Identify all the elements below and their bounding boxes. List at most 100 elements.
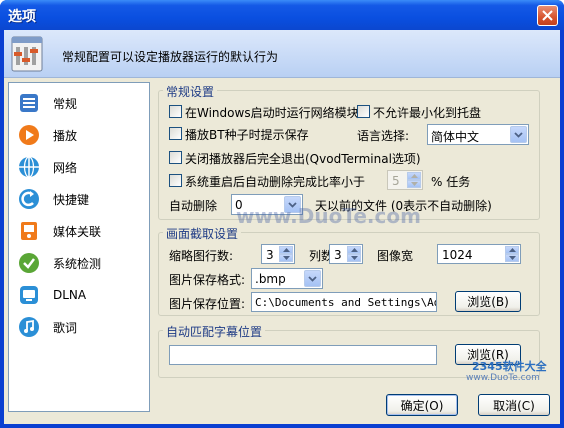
close-button[interactable] — [537, 5, 558, 26]
options-nav: 常规 播放 网络 快捷键 媒体关联 系统检测 DLNA 歌词 — [8, 82, 150, 412]
general-settings-group: 常规设置 在Windows启动时运行网络模块 不允许最小化到托盘 播放BT种子时… — [158, 83, 540, 220]
image-width-up-button[interactable] — [505, 246, 519, 254]
ratio-up-button[interactable] — [407, 172, 421, 180]
header-description: 常规配置可以设定播放器运行的默认行为 — [62, 50, 279, 64]
window-title: 选项 — [8, 9, 36, 25]
format-select[interactable]: .bmp — [251, 268, 323, 289]
language-label: 语言选择: — [357, 129, 410, 143]
nav-label-network: 网络 — [53, 160, 78, 175]
ratio-value: 5 — [392, 174, 400, 188]
nav-label-media-association: 媒体关联 — [53, 224, 102, 239]
header-band: 常规配置可以设定播放器运行的默认行为 — [4, 30, 560, 78]
save-path-input[interactable]: C:\Documents and Settings\Admi — [251, 292, 437, 312]
chevron-up-icon — [410, 174, 418, 178]
image-width-down-button[interactable] — [505, 254, 519, 262]
nav-item-general[interactable]: 常规 — [17, 89, 143, 117]
dlna-icon — [17, 283, 41, 307]
auto-delete-label: 自动删除 — [169, 199, 218, 213]
subtitle-position-title: 自动匹配字幕位置 — [163, 323, 266, 340]
nav-item-dlna[interactable]: DLNA — [17, 281, 143, 309]
settings-panel-icon — [11, 36, 43, 72]
auto-delete-on-restart-label: 系统重启后自动删除完成比率小于 — [185, 175, 366, 189]
bt-seed-prompt-checkbox[interactable] — [169, 127, 182, 140]
chevron-down-icon — [410, 182, 418, 186]
nav-item-system-check[interactable]: 系统检测 — [17, 249, 143, 277]
nav-item-network[interactable]: 网络 — [17, 153, 143, 181]
nav-label-system-check: 系统检测 — [53, 256, 102, 271]
system-check-icon — [17, 251, 41, 275]
subtitle-path-input[interactable] — [169, 345, 437, 365]
nav-label-dlna: DLNA — [53, 288, 87, 302]
thumb-rows-label: 缩略图行数: — [169, 249, 234, 263]
save-path-value: C:\Documents and Settings\Admi — [255, 296, 437, 309]
nav-item-shortcut[interactable]: 快捷键 — [17, 185, 143, 213]
cols-stepper-arrows[interactable] — [347, 246, 361, 262]
capture-settings-title: 画面截取设置 — [163, 225, 242, 242]
run-network-on-startup-checkbox[interactable] — [169, 105, 182, 118]
cols-stepper[interactable]: 3 — [329, 244, 363, 264]
chevron-down-icon — [282, 256, 290, 260]
language-select[interactable]: 简体中文 — [427, 124, 529, 145]
language-value: 简体中文 — [431, 130, 480, 144]
corner-watermark-url: www.DuoTe.com — [466, 373, 540, 383]
cols-down-button[interactable] — [347, 254, 361, 262]
lyrics-icon — [17, 315, 41, 339]
network-icon — [17, 155, 41, 179]
image-width-stepper-arrows[interactable] — [505, 246, 519, 262]
thumb-rows-up-button[interactable] — [279, 246, 293, 254]
center-watermark: www.DuoTe.com — [236, 204, 421, 228]
capture-settings-group: 画面截取设置 缩略图行数: 3 列数: 3 图像宽 1024 图片保存格式: .… — [158, 225, 540, 316]
nav-label-shortcut: 快捷键 — [53, 192, 90, 207]
thumb-rows-stepper-arrows[interactable] — [279, 246, 293, 262]
ratio-stepper[interactable]: 5 — [387, 170, 423, 190]
thumb-rows-value: 3 — [266, 248, 274, 262]
nav-label-lyrics: 歌词 — [53, 320, 78, 335]
chevron-down-icon — [508, 256, 516, 260]
cols-up-button[interactable] — [347, 246, 361, 254]
general-settings-title: 常规设置 — [163, 83, 218, 100]
no-minimize-to-tray-checkbox[interactable] — [357, 105, 370, 118]
auto-delete-on-restart-checkbox[interactable] — [169, 174, 182, 187]
general-icon — [17, 91, 41, 115]
nav-item-lyrics[interactable]: 歌词 — [17, 313, 143, 341]
image-width-label: 图像宽 — [377, 249, 414, 263]
run-network-on-startup-label: 在Windows启动时运行网络模块 — [185, 106, 359, 120]
image-width-value: 1024 — [442, 248, 473, 262]
image-width-stepper[interactable]: 1024 — [437, 244, 521, 264]
title-bar[interactable]: 选项 — [0, 0, 564, 30]
chevron-down-icon — [308, 275, 317, 282]
exit-completely-checkbox[interactable] — [169, 151, 182, 164]
close-icon — [542, 10, 553, 21]
no-minimize-to-tray-label: 不允许最小化到托盘 — [373, 106, 482, 120]
dialog-client-area: 常规配置可以设定播放器运行的默认行为 常规 播放 网络 快捷键 媒体关联 系统检… — [4, 30, 560, 424]
corner-watermark: 2345软件大全 www.DuoTe.com — [458, 358, 558, 394]
bt-seed-prompt-label: 播放BT种子时提示保存 — [185, 128, 309, 142]
nav-item-play[interactable]: 播放 — [17, 121, 143, 149]
options-dialog: 选项 常规配置可以设定播放器运行的默认行为 常规 播放 网络 快捷键 媒体关联 … — [0, 0, 564, 428]
nav-item-media-association[interactable]: 媒体关联 — [17, 217, 143, 245]
shortcut-icon — [17, 187, 41, 211]
ratio-stepper-arrows[interactable] — [407, 172, 421, 188]
cols-value: 3 — [334, 248, 342, 262]
exit-completely-label: 关闭播放器后完全退出(QvodTerminal选项) — [185, 152, 421, 166]
thumb-rows-down-button[interactable] — [279, 254, 293, 262]
ok-button[interactable]: 确定(O) — [386, 394, 458, 416]
chevron-down-icon — [350, 256, 358, 260]
corner-watermark-brand: 2345软件大全 — [472, 360, 547, 373]
format-value: .bmp — [255, 272, 286, 286]
nav-label-play: 播放 — [53, 128, 78, 143]
chevron-up-icon — [350, 248, 358, 252]
ratio-unit-label: % 任务 — [431, 175, 471, 189]
thumb-rows-stepper[interactable]: 3 — [261, 244, 295, 264]
chevron-up-icon — [508, 248, 516, 252]
language-dropdown-button[interactable] — [510, 126, 527, 143]
media-association-icon — [17, 219, 41, 243]
format-dropdown-button[interactable] — [304, 270, 321, 287]
play-icon — [17, 123, 41, 147]
ratio-down-button[interactable] — [407, 180, 421, 188]
cancel-button[interactable]: 取消(C) — [478, 394, 550, 416]
browse-save-path-button[interactable]: 浏览(B) — [455, 291, 521, 312]
chevron-up-icon — [282, 248, 290, 252]
chevron-down-icon — [514, 131, 523, 138]
save-path-label: 图片保存位置: — [169, 297, 246, 311]
